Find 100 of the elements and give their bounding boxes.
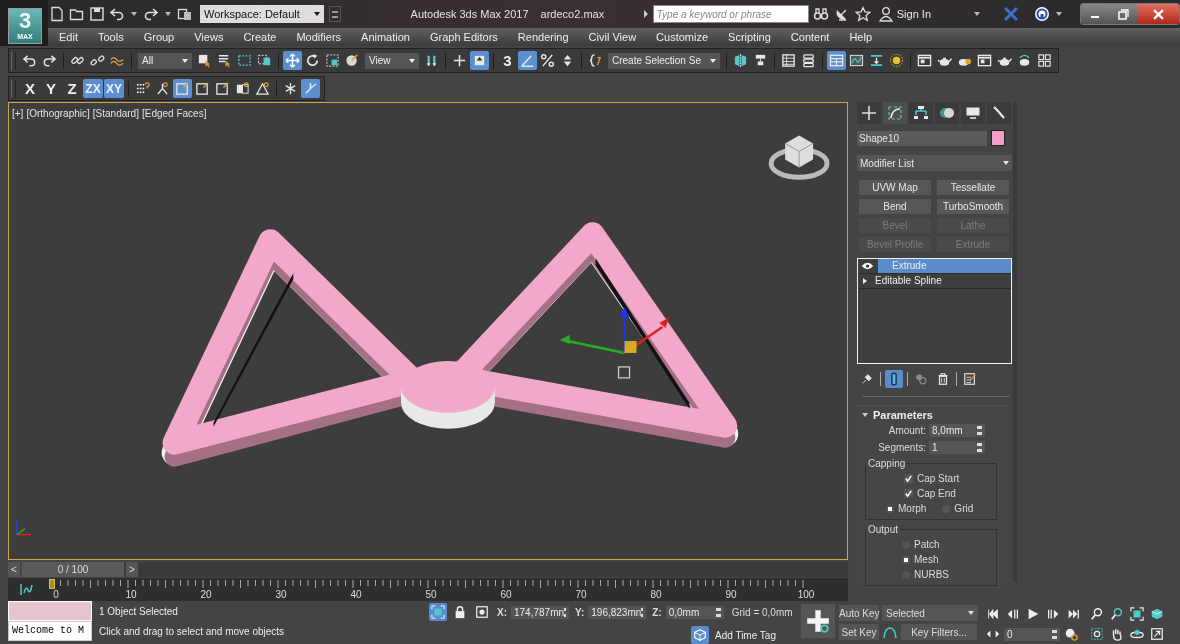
menu-item[interactable]: Civil View bbox=[577, 31, 646, 43]
display-tab[interactable] bbox=[961, 102, 985, 124]
hierarchy-tab[interactable] bbox=[909, 102, 933, 124]
minimize-button[interactable] bbox=[1081, 4, 1109, 24]
menu-item[interactable]: Help bbox=[838, 31, 881, 43]
spinner-field[interactable]: 1 bbox=[929, 441, 985, 454]
viewport[interactable]: [+] [Orthographic] [Standard] [Edged Faces] bbox=[8, 102, 848, 560]
triangle-icon[interactable] bbox=[253, 79, 272, 98]
menu-item[interactable]: Group bbox=[132, 31, 184, 43]
move-icon[interactable] bbox=[283, 51, 302, 70]
menu-item[interactable]: Customize bbox=[645, 31, 718, 43]
modifier-button[interactable]: UVW Map bbox=[859, 180, 931, 195]
axis-constraint-button[interactable]: Y bbox=[41, 79, 61, 98]
rollout-title[interactable]: Parameters bbox=[873, 409, 933, 421]
grid-icon[interactable] bbox=[1035, 51, 1054, 70]
listener-input[interactable] bbox=[8, 601, 92, 621]
transform-type-in-icon[interactable] bbox=[473, 603, 491, 621]
current-frame-field[interactable]: 0 bbox=[1004, 627, 1060, 641]
utilities-tab[interactable] bbox=[987, 102, 1011, 124]
key-mode-dropdown[interactable]: Selected bbox=[882, 605, 978, 621]
coordinate-field[interactable]: 174,787mn bbox=[511, 605, 569, 619]
cube-icon[interactable] bbox=[691, 626, 709, 644]
object-name-field[interactable]: Shape10 bbox=[857, 130, 987, 146]
menu-item[interactable]: Tools bbox=[86, 31, 133, 43]
spinner-field[interactable]: 8,0mm bbox=[929, 424, 985, 437]
show-end-result-icon[interactable] bbox=[885, 370, 903, 388]
caret-icon[interactable] bbox=[131, 12, 137, 16]
viewport-label[interactable]: [Orthographic] bbox=[26, 108, 90, 119]
menu-item[interactable]: Views bbox=[183, 31, 233, 43]
axis-constraint-button[interactable]: X bbox=[20, 79, 40, 98]
restore-button[interactable] bbox=[1109, 4, 1137, 24]
menu-item[interactable]: Content bbox=[779, 31, 839, 43]
toolbar-dropdown[interactable]: Create Selection Se bbox=[608, 52, 720, 69]
splitter-grip[interactable] bbox=[862, 396, 1010, 399]
modifier-button[interactable]: Bend bbox=[859, 199, 931, 214]
viewport-label[interactable]: [Standard] bbox=[92, 108, 139, 119]
percent-snap-icon[interactable] bbox=[538, 51, 557, 70]
table-icon[interactable] bbox=[779, 51, 798, 70]
caret-icon[interactable] bbox=[974, 12, 980, 16]
modifier-button[interactable]: TurboSmooth bbox=[937, 199, 1009, 214]
field-of-view-icon[interactable] bbox=[1088, 625, 1106, 643]
curve-editor-icon[interactable] bbox=[18, 581, 34, 597]
undo-icon[interactable] bbox=[108, 5, 126, 23]
zoom-extents-icon[interactable] bbox=[1128, 605, 1146, 623]
eye-icon[interactable] bbox=[861, 261, 874, 271]
toolbar-dropdown[interactable]: View bbox=[365, 52, 419, 69]
key-tangent-icon[interactable] bbox=[882, 624, 898, 640]
previous-frame-button[interactable]: < bbox=[8, 562, 20, 577]
menu-item[interactable]: Animation bbox=[350, 31, 419, 43]
rollout-arrow-icon[interactable] bbox=[862, 413, 868, 417]
workspace-dropdown[interactable]: Workspace: Default bbox=[200, 5, 324, 23]
search-field[interactable]: Type a keyword or phrase bbox=[652, 5, 809, 23]
menu-item[interactable]: Modifiers bbox=[285, 31, 351, 43]
viewcube-drawing[interactable] bbox=[768, 135, 830, 180]
modifier-list-dropdown[interactable]: Modifier List bbox=[857, 155, 1012, 171]
redo-icon[interactable] bbox=[142, 5, 160, 23]
auto-key-button[interactable]: Auto Key bbox=[839, 605, 879, 621]
checkbox[interactable] bbox=[904, 489, 913, 498]
set-key-button[interactable]: Set Key bbox=[839, 624, 879, 640]
maximize-viewport-icon[interactable] bbox=[1148, 625, 1166, 643]
radio-button[interactable] bbox=[902, 555, 910, 564]
new-file-icon[interactable] bbox=[48, 5, 66, 23]
viewport-label[interactable]: [+] bbox=[12, 108, 24, 119]
toolbar-dropdown[interactable]: All bbox=[138, 52, 192, 69]
x-logo-icon[interactable] bbox=[1003, 6, 1019, 22]
modify-tab[interactable] bbox=[883, 102, 907, 124]
coordinate-field[interactable]: 0,0mm bbox=[665, 605, 724, 619]
scale-icon[interactable] bbox=[323, 51, 342, 70]
collapse-arrow-icon[interactable] bbox=[643, 10, 648, 18]
snap-toggle[interactable]: 3 bbox=[498, 51, 517, 70]
help-icon[interactable] bbox=[1034, 6, 1050, 22]
transform-gizmo-drawing[interactable] bbox=[559, 307, 670, 379]
create-tab[interactable] bbox=[857, 102, 881, 124]
track-bar[interactable]: 0 10 20 30 40 50 60 70 80 90 100 bbox=[8, 578, 848, 601]
star-icon[interactable] bbox=[853, 5, 872, 23]
menu-item[interactable]: Create bbox=[232, 31, 286, 43]
sun-icon[interactable] bbox=[887, 51, 906, 70]
menu-item[interactable]: Scripting bbox=[717, 31, 780, 43]
next-frame-button[interactable]: > bbox=[126, 562, 138, 577]
menu-item[interactable]: Graph Editors bbox=[418, 31, 507, 43]
viewport-label[interactable]: [Edged Faces] bbox=[141, 108, 207, 119]
frame-marker[interactable] bbox=[49, 579, 55, 589]
key-filters-button[interactable]: Key Filters... bbox=[901, 624, 977, 640]
manipulate-icon[interactable] bbox=[470, 51, 489, 70]
menu-item[interactable]: Rendering bbox=[506, 31, 578, 43]
coordinate-field[interactable]: 196,823mn bbox=[588, 605, 647, 619]
checkbox[interactable] bbox=[904, 474, 913, 483]
listener-output[interactable]: Welcome to M bbox=[8, 621, 92, 641]
radio-button[interactable] bbox=[886, 504, 894, 513]
stack-item[interactable]: Editable Spline bbox=[873, 274, 1011, 288]
expander-icon[interactable] bbox=[329, 6, 341, 22]
expand-arrow-icon[interactable] bbox=[863, 278, 867, 284]
axis-constraint-button[interactable]: Z bbox=[62, 79, 82, 98]
sign-in-link[interactable]: Sign In bbox=[896, 8, 931, 20]
modifier-button[interactable]: Tessellate bbox=[937, 180, 1009, 195]
add-time-tag-link[interactable]: Add Time Tag bbox=[715, 629, 776, 641]
menu-item[interactable]: Edit bbox=[48, 31, 87, 43]
caret-icon[interactable] bbox=[1056, 12, 1062, 16]
user-icon[interactable] bbox=[877, 6, 894, 22]
motion-tab[interactable] bbox=[935, 102, 959, 124]
